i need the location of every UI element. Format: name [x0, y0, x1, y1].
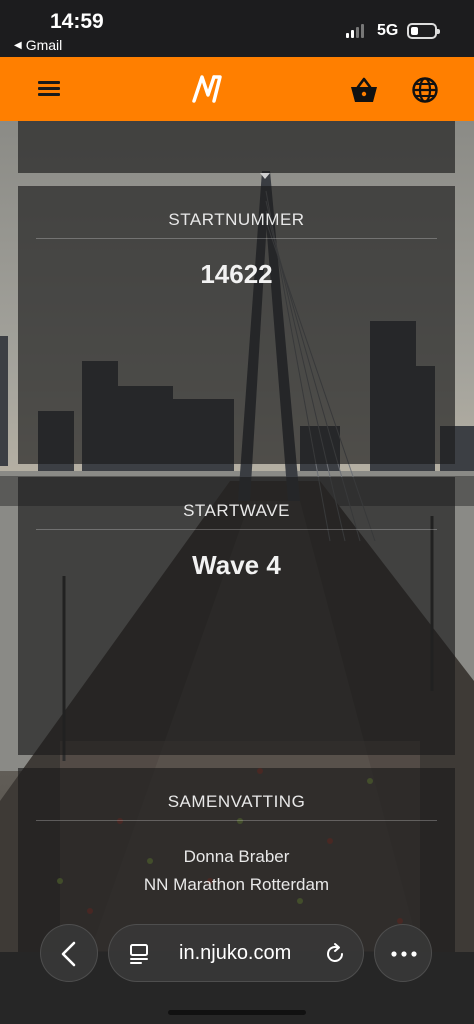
startwave-label: STARTWAVE [183, 501, 290, 520]
tabs-icon[interactable] [127, 942, 151, 966]
more-icon [391, 951, 417, 957]
back-to-app-link[interactable]: ◀ Gmail [14, 37, 62, 53]
divider [36, 820, 437, 821]
globe-icon[interactable] [411, 76, 439, 104]
participant-name: Donna Braber [183, 847, 290, 866]
battery-icon [407, 23, 440, 39]
more-button[interactable] [374, 924, 432, 982]
divider [36, 238, 437, 239]
startnummer-label: STARTNUMMER [168, 210, 305, 229]
startwave-card: STARTWAVE Wave 4 [18, 477, 455, 755]
menu-icon[interactable] [38, 81, 60, 97]
summary-card-top [18, 121, 455, 173]
startnummer-card: STARTNUMMER 14622 [18, 186, 455, 464]
status-bar: 14:59 ◀ Gmail 5G [0, 0, 474, 57]
status-time: 14:59 [50, 10, 104, 33]
chevron-left-icon [61, 941, 76, 967]
signal-icon [346, 24, 364, 38]
back-app-label: Gmail [25, 37, 63, 53]
basket-icon[interactable] [349, 76, 379, 104]
event-name: NN Marathon Rotterdam [143, 875, 330, 894]
reload-icon[interactable] [323, 942, 347, 966]
startnummer-value: 14622 [200, 259, 273, 289]
back-triangle-icon: ◀ [14, 39, 22, 51]
address-bar[interactable]: in.njuko.com [108, 924, 364, 982]
app-header [0, 57, 474, 121]
divider [36, 529, 437, 530]
back-button[interactable] [40, 924, 98, 982]
chevron-down-icon [260, 173, 270, 179]
url-text: in.njuko.com [179, 942, 292, 964]
startwave-value: Wave 4 [192, 550, 281, 580]
samenvatting-label: SAMENVATTING [167, 792, 306, 811]
network-type: 5G [377, 22, 399, 39]
home-indicator[interactable] [168, 1010, 306, 1015]
njuko-logo[interactable] [190, 73, 224, 105]
